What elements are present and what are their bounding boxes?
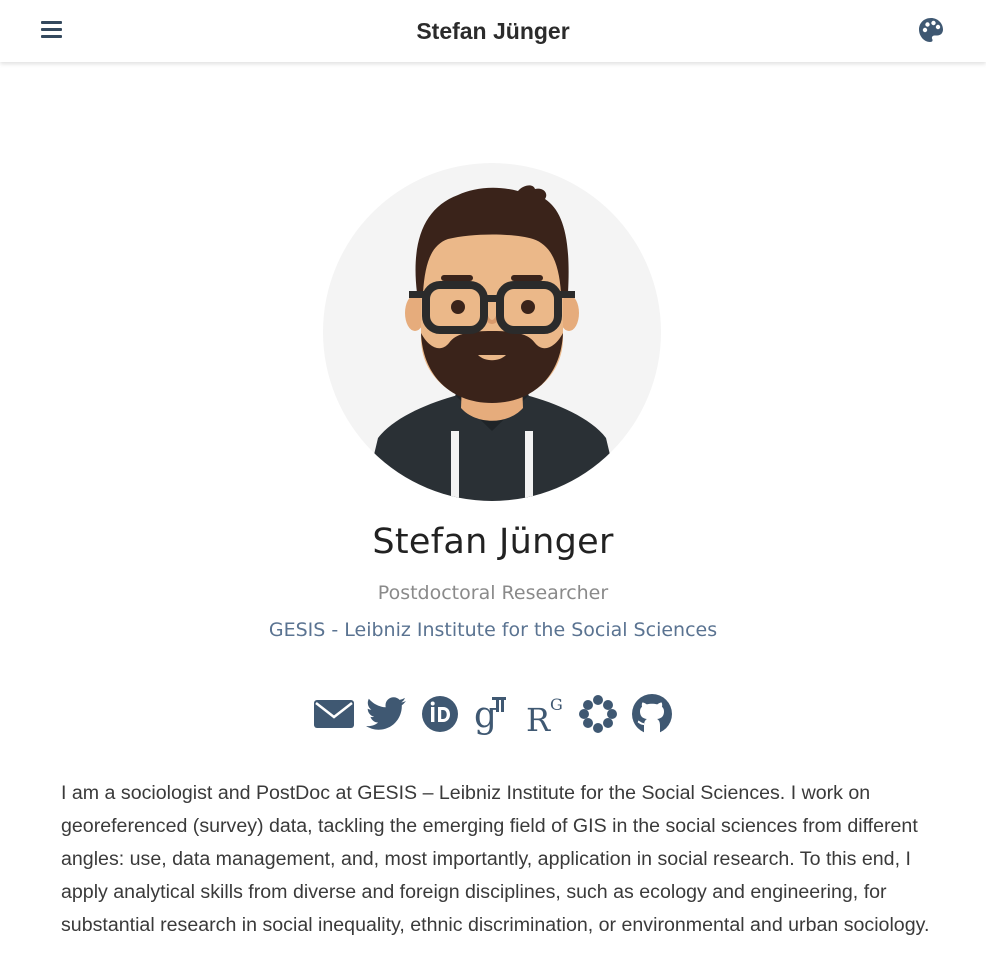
orcid-icon[interactable] [418,692,462,736]
hamburger-menu-icon[interactable] [38,18,66,42]
osf-icon[interactable] [576,692,620,736]
social-links: g R G [312,692,674,736]
researchgate-icon[interactable]: R G [524,692,568,736]
google-scholar-icon[interactable]: g [470,692,514,736]
organization-link[interactable]: GESIS - Leibniz Institute for the Social… [0,619,986,641]
svg-text:G: G [550,695,563,714]
top-navbar: Stefan Jünger [0,0,986,62]
bio-paragraph: I am a sociologist and PostDoc at GESIS … [61,782,930,936]
svg-text:R: R [526,701,551,736]
twitter-icon[interactable] [364,692,408,736]
person-name: Stefan Jünger [372,522,614,562]
envelope-icon[interactable] [312,692,356,736]
github-icon[interactable] [630,692,674,736]
palette-icon[interactable] [917,16,945,44]
avatar [323,163,661,501]
site-title[interactable]: Stefan Jünger [0,0,986,62]
svg-text:g: g [474,695,497,736]
person-role: Postdoctoral Researcher [377,582,609,604]
